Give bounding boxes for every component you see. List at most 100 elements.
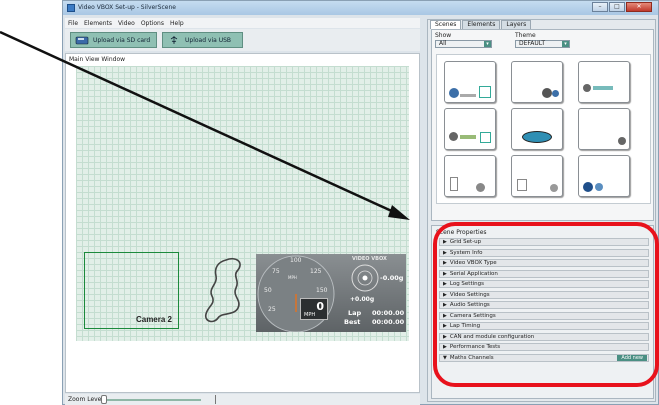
scene-thumbnail[interactable] xyxy=(578,61,630,103)
gforce-lateral: -0.00g xyxy=(380,274,404,282)
scene-thumbnail[interactable] xyxy=(511,108,563,150)
menu-elements[interactable]: Elements xyxy=(84,20,112,27)
upload-usb-button[interactable]: Upload via USB xyxy=(162,32,243,48)
zoom-tick xyxy=(215,395,216,404)
expand-icon: ▶ xyxy=(443,249,447,256)
usb-icon xyxy=(170,36,178,44)
scene-thumbnail[interactable] xyxy=(444,61,496,103)
prop-label: Performance Tests xyxy=(449,344,501,350)
prop-video-vbox-type[interactable]: ▶ Video VBOX Type xyxy=(439,259,649,267)
prop-camera-settings[interactable]: ▶ Camera Settings xyxy=(439,311,649,320)
chevron-down-icon: ▾ xyxy=(484,41,491,47)
map-icon xyxy=(450,177,458,191)
upload-usb-label: Upload via USB xyxy=(185,36,232,44)
minimize-button[interactable]: – xyxy=(592,2,608,12)
prop-label: Video VBOX Type xyxy=(449,260,497,266)
maximize-button[interactable]: □ xyxy=(609,2,625,12)
prop-label: Serial Application xyxy=(449,270,498,277)
prop-audio-settings[interactable]: ▶ Audio Settings xyxy=(439,301,649,309)
expand-icon: ▶ xyxy=(443,344,447,350)
window-controls: – □ ✕ xyxy=(591,2,652,12)
digital-speed-box: 0 MPH xyxy=(300,298,328,320)
gauge-icon xyxy=(476,183,485,192)
gauge-tick-150: 150 xyxy=(316,287,328,294)
gauge-icon xyxy=(583,182,593,192)
scene-properties-title: Scene Properties xyxy=(436,229,487,236)
prop-label: Maths Channels xyxy=(449,354,494,361)
scene-thumbnail[interactable] xyxy=(578,155,630,197)
close-button[interactable]: ✕ xyxy=(626,2,652,12)
zoom-slider-thumb[interactable] xyxy=(101,395,107,404)
gauge-unit: MPH xyxy=(288,275,297,280)
collapse-icon: ▼ xyxy=(443,354,447,361)
gauge-tick-100: 100 xyxy=(290,257,302,264)
prop-label: Lap Timing xyxy=(449,323,481,329)
gauge-tick-25: 25 xyxy=(268,306,276,313)
tab-scenes[interactable]: Scenes xyxy=(430,20,462,29)
scene-thumbnail[interactable] xyxy=(444,155,496,197)
dashboard-element[interactable]: 100 75 125 50 150 25 MPH 0 MPH VIDEO VBO… xyxy=(256,254,406,333)
camera-icon xyxy=(480,132,491,143)
best-label: Best xyxy=(344,318,361,326)
prop-video-settings[interactable]: ▶ Video Settings xyxy=(439,290,649,299)
bar-icon xyxy=(460,94,476,97)
upload-sd-button[interactable]: Upload via SD card xyxy=(70,32,157,48)
zoom-slider-track[interactable] xyxy=(101,399,201,401)
theme-select-value: DEFAULT xyxy=(519,40,545,47)
camera-label: Camera 2 xyxy=(135,315,172,324)
track-map-element[interactable] xyxy=(196,252,256,330)
expand-icon: ▶ xyxy=(443,302,447,308)
scene-thumbnails xyxy=(436,54,651,204)
lap-label: Lap xyxy=(348,309,362,317)
theme-select[interactable]: DEFAULT ▾ xyxy=(515,40,570,48)
tab-layers[interactable]: Layers xyxy=(501,20,532,29)
expand-icon: ▶ xyxy=(443,239,447,245)
dial-icon xyxy=(552,90,559,97)
chevron-down-icon: ▾ xyxy=(562,41,569,47)
gauge-icon xyxy=(449,132,458,141)
menu-help[interactable]: Help xyxy=(170,20,184,27)
sd-card-icon xyxy=(75,36,89,45)
prop-system-info[interactable]: ▶ System Info xyxy=(439,248,649,257)
main-view-label: Main View Window xyxy=(69,56,126,63)
prop-performance-tests[interactable]: ▶ Performance Tests xyxy=(439,343,649,351)
gauge-icon xyxy=(618,137,626,145)
prop-grid-setup[interactable]: ▶ Grid Set-up xyxy=(439,238,649,246)
prop-label: System Info xyxy=(449,249,483,256)
camera-icon xyxy=(479,86,491,98)
gauge-icon xyxy=(550,184,558,192)
show-select[interactable]: All ▾ xyxy=(435,40,492,48)
camera-element[interactable]: Camera 2 xyxy=(84,252,179,329)
gforce-longitudinal: +0.00g xyxy=(350,296,375,303)
data-strip-icon xyxy=(460,135,476,139)
prop-label: Audio Settings xyxy=(449,302,490,308)
scene-thumbnail[interactable] xyxy=(511,155,563,197)
expand-icon: ▶ xyxy=(443,270,447,277)
prop-serial-application[interactable]: ▶ Serial Application xyxy=(439,269,649,278)
menu-file[interactable]: File xyxy=(68,20,78,27)
upload-toolbar: Upload via SD card Upload via USB xyxy=(65,29,420,51)
scene-thumbnail[interactable] xyxy=(511,61,563,103)
dashboard-icon xyxy=(522,131,552,143)
prop-label: Camera Settings xyxy=(449,312,496,319)
tab-elements[interactable]: Elements xyxy=(462,20,501,29)
zoom-bar: Zoom Level xyxy=(65,394,420,405)
gauge-icon xyxy=(583,84,591,92)
prop-log-settings[interactable]: ▶ Log Settings xyxy=(439,280,649,288)
add-new-button[interactable]: Add new xyxy=(617,354,647,361)
gauge-icon xyxy=(449,88,459,98)
menu-video[interactable]: Video xyxy=(118,20,135,27)
speed-value: 0 xyxy=(316,300,324,313)
gauge-icon xyxy=(542,88,552,98)
app-icon xyxy=(67,4,75,12)
right-panel: Scenes Elements Layers Show All ▾ Theme … xyxy=(427,19,656,402)
menu-options[interactable]: Options xyxy=(141,20,164,27)
scenes-panel: Show All ▾ Theme DEFAULT ▾ xyxy=(431,29,654,221)
scene-canvas-grid[interactable]: Camera 2 100 75 125 50 150 25 MPH 0 MPH … xyxy=(76,66,409,341)
scene-thumbnail[interactable] xyxy=(578,108,630,150)
prop-maths-channels[interactable]: ▼ Maths Channels Add new xyxy=(439,353,649,362)
prop-label: Log Settings xyxy=(449,281,484,287)
scene-thumbnail[interactable] xyxy=(444,108,496,150)
prop-lap-timing[interactable]: ▶ Lap Timing xyxy=(439,322,649,330)
prop-can-module-config[interactable]: ▶ CAN and module configuration xyxy=(439,332,649,341)
